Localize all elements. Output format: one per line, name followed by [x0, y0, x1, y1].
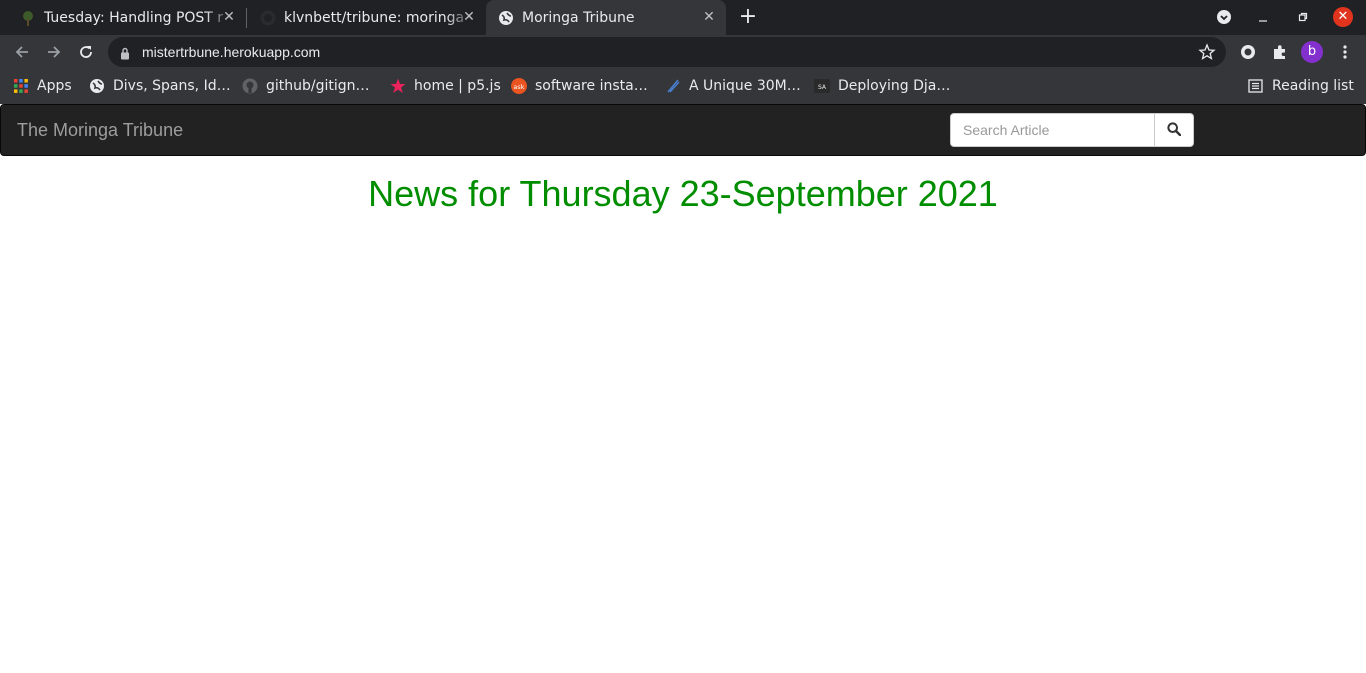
restore-icon[interactable]: [1294, 8, 1312, 26]
tab-tuesday-handling-post[interactable]: Tuesday: Handling POST r ✕: [0, 0, 246, 35]
browser-tab-strip: Tuesday: Handling POST r ✕ klvnbett/trib…: [0, 0, 1366, 35]
search-button[interactable]: [1155, 113, 1194, 147]
bookmark-label: A Unique 30M…: [689, 78, 801, 94]
bookmark-unique-30m[interactable]: A Unique 30M…: [665, 76, 801, 96]
forward-arrow-icon[interactable]: [42, 40, 66, 64]
site-brand-link[interactable]: The Moringa Tribune: [17, 120, 183, 141]
ask-icon: ask: [511, 78, 527, 94]
globe-icon: [89, 78, 105, 94]
svg-text:ask: ask: [513, 83, 524, 91]
reload-icon[interactable]: [74, 40, 98, 64]
close-tab-icon[interactable]: ✕: [702, 10, 716, 24]
github-icon: [242, 78, 258, 94]
tab-moringa-tribune[interactable]: Moringa Tribune ✕: [486, 0, 726, 35]
tab-title: klvnbett/tribune: moringa: [284, 9, 465, 26]
search-article-input[interactable]: [950, 113, 1155, 147]
close-window-icon[interactable]: ✕: [1333, 7, 1353, 27]
bookmark-label: Apps: [37, 78, 72, 94]
tree-icon: [20, 10, 36, 26]
search-form: [950, 113, 1194, 147]
site-navbar: The Moringa Tribune: [0, 104, 1366, 156]
back-arrow-icon[interactable]: [10, 40, 34, 64]
news-date-heading: News for Thursday 23-September 2021: [368, 173, 998, 214]
svg-text:SA: SA: [818, 84, 827, 91]
profile-avatar[interactable]: b: [1301, 41, 1323, 63]
new-tab-button[interactable]: +: [737, 6, 759, 29]
pen-icon: [665, 78, 681, 94]
search-icon: [1167, 121, 1182, 139]
tab-title: Moringa Tribune: [522, 9, 635, 26]
minimize-icon[interactable]: [1254, 8, 1272, 26]
bookmark-divs-spans[interactable]: Divs, Spans, Id…: [89, 76, 231, 96]
globe-icon: [498, 10, 514, 26]
reading-list-label: Reading list: [1272, 78, 1354, 94]
address-bar[interactable]: mistertrbune.herokuapp.com: [108, 37, 1226, 67]
lock-icon[interactable]: [120, 45, 130, 64]
bookmark-label: Divs, Spans, Id…: [113, 78, 231, 94]
bookmark-label: software insta…: [535, 78, 648, 94]
tab-klvnbett-tribune[interactable]: klvnbett/tribune: moringa ✕: [246, 0, 486, 35]
bookmarks-bar: Apps Divs, Spans, Id… github/gitign… hom…: [0, 68, 1366, 104]
reading-list-button[interactable]: Reading list: [1248, 76, 1354, 96]
close-tab-icon[interactable]: ✕: [462, 10, 476, 24]
bookmark-software-install[interactable]: ask software insta…: [511, 76, 648, 96]
bookmark-github-gitignore[interactable]: github/gitign…: [242, 76, 370, 96]
bookmark-label: github/gitign…: [266, 78, 370, 94]
browser-toolbar: mistertrbune.herokuapp.com b: [0, 35, 1366, 68]
sa-icon: SA: [814, 78, 830, 94]
bookmark-label: home | p5.js: [414, 78, 501, 94]
bookmark-label: Deploying Dja…: [838, 78, 951, 94]
extension-globe-icon[interactable]: [1237, 41, 1259, 63]
apps-grid-icon: [13, 78, 29, 94]
tab-search-icon[interactable]: [1215, 8, 1233, 26]
bookmark-p5js[interactable]: home | p5.js: [390, 76, 501, 96]
bookmark-star-icon[interactable]: [1198, 43, 1216, 65]
menu-kebab-icon[interactable]: [1334, 41, 1356, 63]
tab-title: Tuesday: Handling POST r: [44, 9, 224, 26]
github-icon: [260, 10, 276, 26]
url-text: mistertrbune.herokuapp.com: [142, 44, 321, 60]
close-tab-icon[interactable]: ✕: [222, 10, 236, 24]
star-icon: [390, 78, 406, 94]
extensions-puzzle-icon[interactable]: [1269, 41, 1291, 63]
reading-list-icon: [1248, 78, 1264, 94]
bookmark-deploying-django[interactable]: SA Deploying Dja…: [814, 76, 950, 96]
bookmark-apps[interactable]: Apps: [13, 76, 72, 96]
